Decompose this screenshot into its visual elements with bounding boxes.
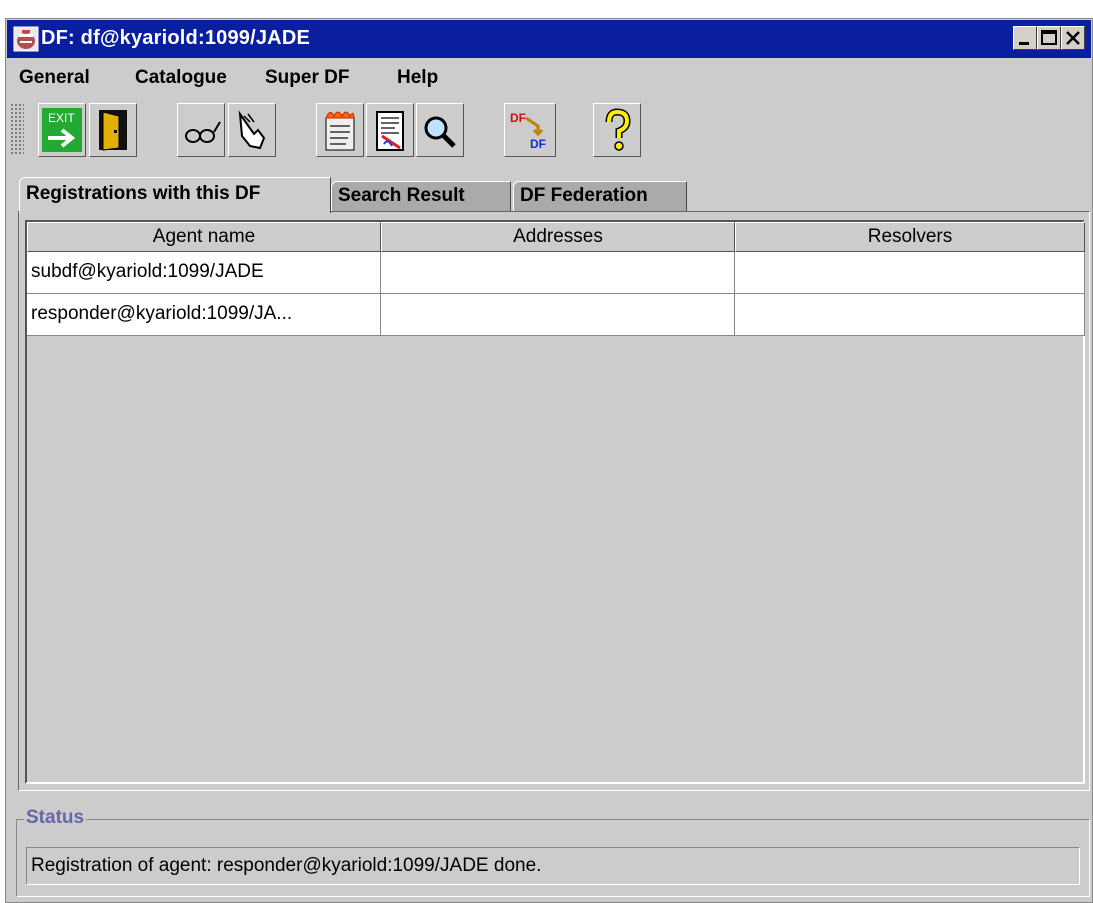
modify-button[interactable]	[228, 103, 276, 157]
toolbar: EXIT DF DF	[7, 97, 1091, 167]
table-cell-resolvers[interactable]	[735, 294, 1085, 336]
menu-general[interactable]: General	[19, 67, 90, 89]
status-text: Registration of agent: responder@kyariol…	[26, 847, 1080, 885]
df-window: DF: df@kyariold:1099/JADE General Catalo…	[5, 18, 1093, 903]
door-button[interactable]	[89, 103, 137, 157]
maximize-icon	[1041, 30, 1057, 45]
jade-app-icon	[13, 26, 39, 52]
federate-df-icon: DF DF	[510, 111, 546, 151]
table-cell-addresses[interactable]	[381, 252, 735, 294]
hand-icon	[238, 110, 266, 150]
minimize-button[interactable]	[1013, 26, 1037, 50]
menu-bar: General Catalogue Super DF Help	[7, 59, 1091, 95]
federate-label-bottom: DF	[530, 137, 546, 151]
register-button[interactable]	[366, 103, 414, 157]
glasses-icon	[185, 121, 221, 143]
column-header-agent-name[interactable]: Agent name	[27, 222, 381, 252]
tab-content: Agent name Addresses Resolvers subdf@kya…	[18, 211, 1090, 791]
minimize-icon	[1019, 42, 1029, 45]
help-icon	[605, 108, 631, 151]
registrations-table[interactable]: Agent name Addresses Resolvers subdf@kya…	[25, 220, 1085, 784]
deregister-button[interactable]	[316, 103, 364, 157]
exit-icon: EXIT	[42, 108, 82, 152]
burning-document-icon	[325, 111, 355, 151]
help-button[interactable]	[593, 103, 641, 157]
federate-label-top: DF	[510, 111, 526, 125]
tab-registrations[interactable]: Registrations with this DF	[19, 177, 331, 213]
exit-label: EXIT	[48, 111, 75, 125]
federate-button[interactable]: DF DF	[504, 103, 556, 157]
status-legend: Status	[24, 807, 87, 829]
maximize-button[interactable]	[1037, 26, 1061, 50]
column-header-addresses[interactable]: Addresses	[381, 222, 735, 252]
title-bar[interactable]: DF: df@kyariold:1099/JADE	[7, 20, 1091, 58]
column-header-resolvers[interactable]: Resolvers	[735, 222, 1085, 252]
table-cell-agent-name[interactable]: subdf@kyariold:1099/JADE	[27, 252, 381, 294]
window-title: DF: df@kyariold:1099/JADE	[41, 27, 311, 49]
exit-button[interactable]: EXIT	[38, 103, 86, 157]
toolbar-grip[interactable]	[10, 103, 24, 155]
menu-help[interactable]: Help	[397, 67, 438, 89]
close-icon	[1066, 31, 1080, 45]
menu-catalogue[interactable]: Catalogue	[135, 67, 227, 89]
status-panel: Status Registration of agent: responder@…	[16, 807, 1090, 897]
search-button[interactable]	[416, 103, 464, 157]
table-cell-resolvers[interactable]	[735, 252, 1085, 294]
tab-bar: Registrations with this DF Search Result…	[7, 173, 1091, 213]
tab-search-result[interactable]: Search Result	[331, 181, 511, 211]
close-button[interactable]	[1061, 26, 1085, 50]
menu-super-df[interactable]: Super DF	[265, 67, 349, 89]
door-icon	[99, 110, 127, 151]
tab-df-federation[interactable]: DF Federation	[513, 181, 687, 211]
table-row[interactable]: responder@kyariold:1099/JA...	[27, 294, 1085, 336]
table-cell-agent-name[interactable]: responder@kyariold:1099/JA...	[27, 294, 381, 336]
table-cell-addresses[interactable]	[381, 294, 735, 336]
magnifier-icon	[424, 116, 456, 148]
view-button[interactable]	[177, 103, 225, 157]
table-row[interactable]: subdf@kyariold:1099/JADE	[27, 252, 1085, 294]
edit-document-icon	[376, 111, 404, 151]
